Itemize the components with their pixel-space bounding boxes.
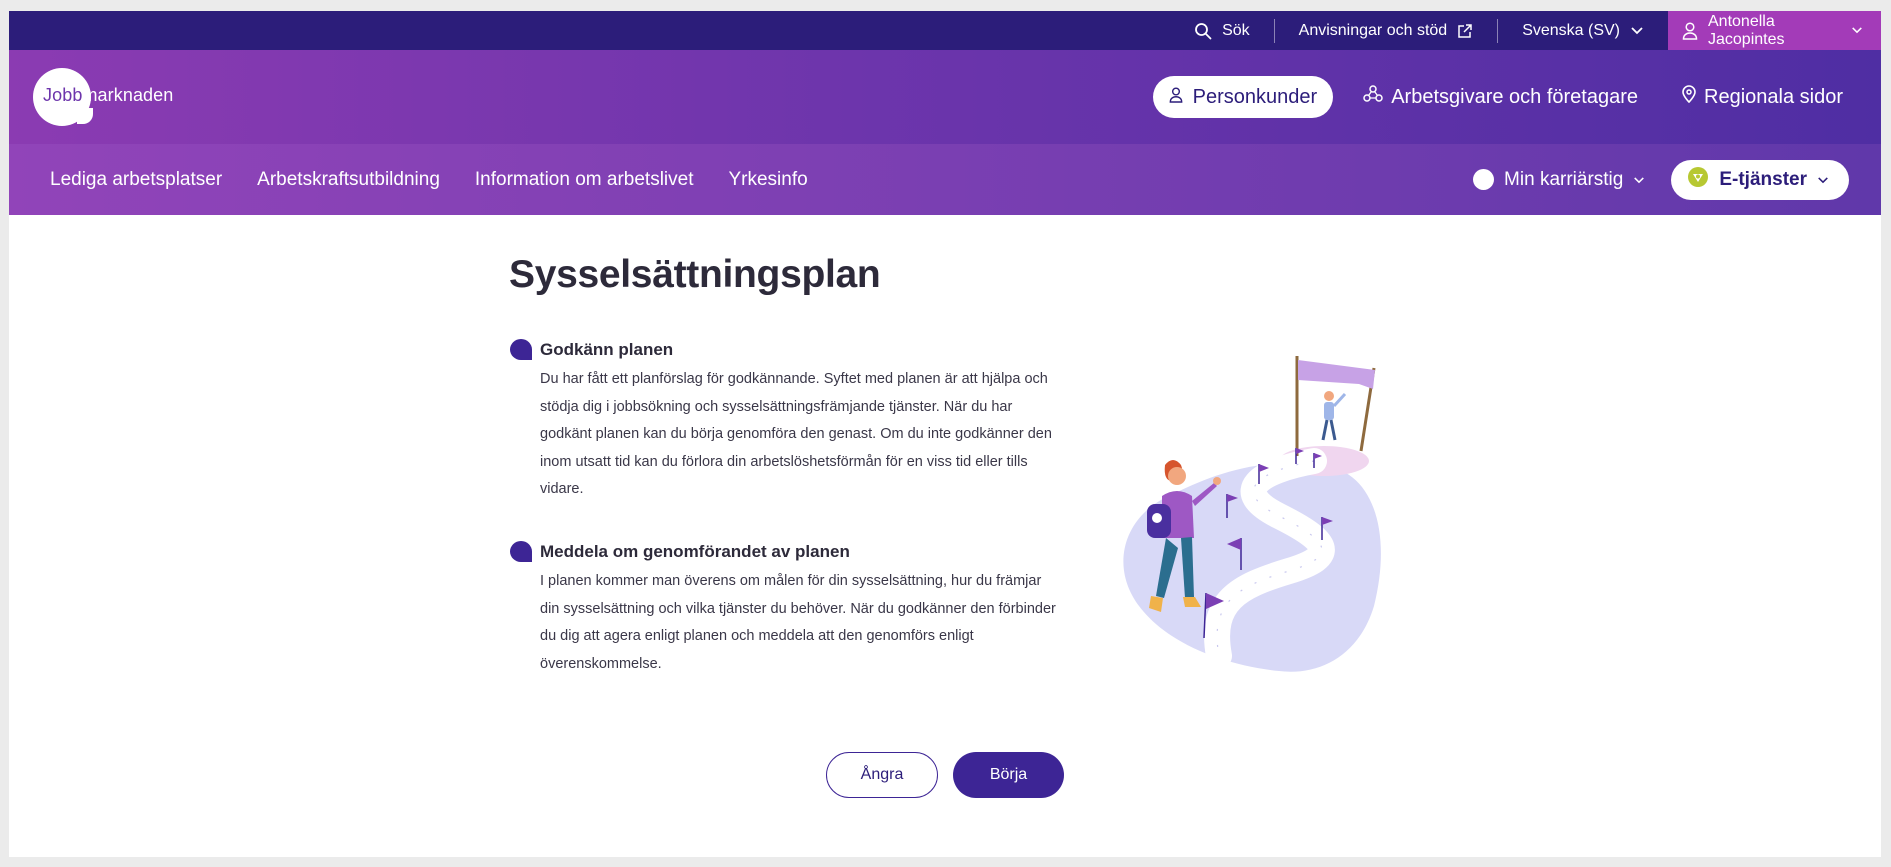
page-title: Sysselsättningsplan xyxy=(509,253,881,296)
body-line: stödja dig i jobbsökning och sysselsättn… xyxy=(540,398,1013,415)
network-icon xyxy=(1363,85,1383,109)
body-line: vidare. xyxy=(540,481,584,497)
speech-bubble-icon xyxy=(510,541,532,562)
speech-bubble-icon xyxy=(1473,169,1495,190)
start-button[interactable]: Börja xyxy=(953,752,1064,798)
career-path-menu[interactable]: Min karriärstig xyxy=(1473,169,1645,191)
user-name: Antonella Jacopintes xyxy=(1708,12,1785,48)
user-icon xyxy=(1682,21,1698,40)
site-header: Jobbmarknaden Personkunder Arbetsgivare … xyxy=(9,50,1881,144)
sub-nav-item-worklife[interactable]: Information om arbetslivet xyxy=(475,169,694,191)
language-label: Svenska (SV) xyxy=(1522,21,1620,39)
logo[interactable]: Jobbmarknaden xyxy=(33,67,173,127)
nav-regional-label: Regionala sidor xyxy=(1704,85,1843,108)
help-label: Anvisningar och stöd xyxy=(1298,21,1448,39)
nav-regional[interactable]: Regionala sidor xyxy=(1668,85,1857,109)
nav-personal-label: Personkunder xyxy=(1192,85,1318,108)
user-icon xyxy=(1169,86,1183,109)
map-pin-icon xyxy=(1682,85,1696,109)
search-label: Sök xyxy=(1222,21,1250,39)
nav-employers-label: Arbetsgivare och företagare xyxy=(1391,85,1639,108)
body-line: överenskommelse. xyxy=(540,655,662,672)
main-nav: Personkunder Arbetsgivare och företagare… xyxy=(1152,76,1857,118)
body-line: Du har fått ett planförslag för godkänna… xyxy=(540,371,1048,387)
cancel-button[interactable]: Ångra xyxy=(826,752,938,798)
nav-employers[interactable]: Arbetsgivare och företagare xyxy=(1349,85,1652,109)
sub-nav-item-careers[interactable]: Yrkesinfo xyxy=(728,169,807,191)
user-menu[interactable]: Antonella Jacopintes xyxy=(1668,11,1881,50)
body-line: godkänt planen kan du börja genomföra de… xyxy=(540,426,1052,442)
help-link[interactable]: Anvisningar och stöd xyxy=(1275,11,1498,50)
section-approve: Godkänn planen Du har fått ett planförsl… xyxy=(510,339,1090,504)
e-services-label: E-tjänster xyxy=(1719,168,1807,190)
search-link[interactable]: Sök xyxy=(1170,11,1274,50)
browser-viewport: Sök Anvisningar och stöd Svenska (SV) An… xyxy=(9,11,1881,857)
speech-bubble-icon xyxy=(510,339,532,360)
body-line: din sysselsättning och vilka tjänster du… xyxy=(540,600,1056,617)
body-line: I planen kommer man överens om målen för… xyxy=(540,573,1042,589)
body-line: du dig att agera enligt planen och medde… xyxy=(540,628,974,644)
section-body: Du har fått ett planförslag för godkänna… xyxy=(540,366,1090,504)
main-content: Sysselsättningsplan Godkänn planen Du ha… xyxy=(9,215,1881,857)
career-path-illustration xyxy=(1123,356,1381,672)
external-link-icon xyxy=(1457,23,1473,39)
sub-nav-item-jobs[interactable]: Lediga arbetsplatser xyxy=(50,169,222,191)
chevron-down-icon xyxy=(1851,26,1863,35)
section-notify: Meddela om genomförandet av planen I pla… xyxy=(510,541,1090,678)
logo-text: Jobbmarknaden xyxy=(43,85,174,105)
search-icon xyxy=(1194,22,1212,40)
chevron-down-icon xyxy=(1630,26,1644,36)
language-selector[interactable]: Svenska (SV) xyxy=(1498,11,1668,50)
body-line: inom utsatt tid kan du förlora din arbet… xyxy=(540,453,1028,470)
utility-bar: Sök Anvisningar och stöd Svenska (SV) An… xyxy=(9,11,1881,50)
sub-nav-item-training[interactable]: Arbetskraftsutbildning xyxy=(257,169,440,191)
section-title: Godkänn planen xyxy=(540,339,674,359)
e-services-icon xyxy=(1687,166,1709,194)
chevron-down-icon xyxy=(1817,169,1829,191)
chevron-down-icon xyxy=(1633,169,1645,191)
career-path-label: Min karriärstig xyxy=(1504,168,1624,190)
section-title: Meddela om genomförandet av planen xyxy=(540,541,850,561)
nav-personal[interactable]: Personkunder xyxy=(1152,76,1334,118)
sub-nav: Lediga arbetsplatser Arbetskraftsutbildn… xyxy=(9,144,1881,215)
section-body: I planen kommer man överens om målen för… xyxy=(540,568,1090,678)
e-services-button[interactable]: E-tjänster xyxy=(1671,159,1849,200)
